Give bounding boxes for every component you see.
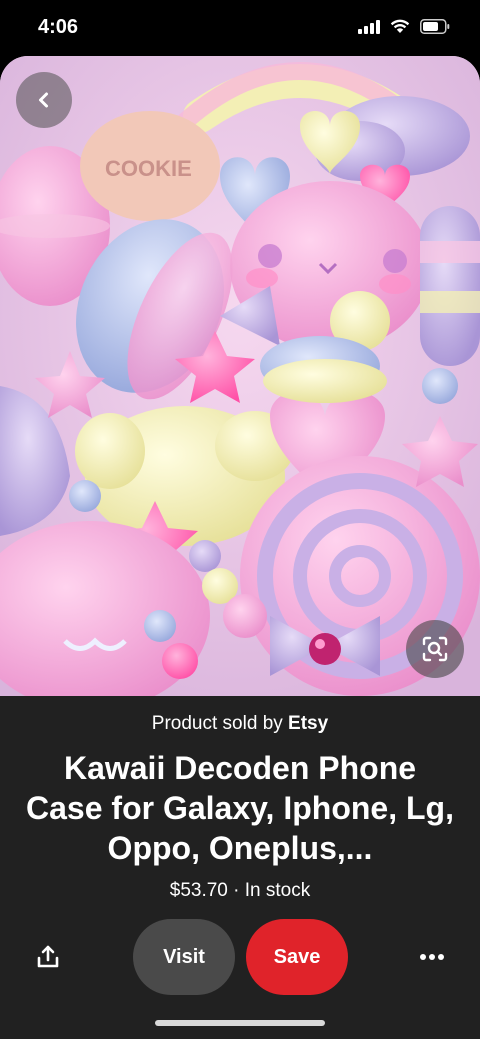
wifi-icon [390, 19, 410, 33]
product-title-line-3: Oppo, Oneplus,... [107, 830, 373, 866]
cookie-text: COOKIE [105, 156, 192, 181]
visit-button[interactable]: Visit [133, 919, 235, 995]
lens-search-icon [422, 636, 448, 662]
status-bar: 4:06 [0, 0, 480, 56]
chevron-left-icon [39, 92, 48, 108]
share-button[interactable] [26, 935, 70, 979]
product-image[interactable]: COOKIE [0, 56, 480, 696]
more-options-button[interactable] [410, 935, 454, 979]
stock-status: In stock [244, 880, 311, 901]
share-icon [37, 945, 59, 968]
pin-card: COOKIE Product sold by Etsy Kawaii Decod… [0, 56, 480, 1039]
more-dots-icon [420, 954, 444, 960]
visual-search-button[interactable] [406, 620, 464, 678]
price-stock-line: $53.70 · In stock [0, 880, 480, 902]
candy-photo: COOKIE [0, 56, 480, 696]
back-button[interactable] [16, 72, 72, 128]
product-title: Kawaii Decoden Phone Case for Galaxy, Ip… [20, 748, 460, 868]
separator-dot: · [233, 880, 240, 901]
sold-by-prefix: Product sold by [151, 713, 283, 734]
price: $53.70 [169, 880, 228, 901]
product-title-line-1: Kawaii Decoden Phone [63, 750, 417, 786]
status-time: 4:06 [38, 16, 79, 38]
sold-by-line: Product sold by Etsy [0, 713, 480, 735]
battery-icon [420, 19, 450, 34]
status-icons [358, 19, 450, 34]
signal-icon [358, 19, 380, 34]
save-button[interactable]: Save [246, 919, 348, 995]
product-info-panel: Product sold by Etsy Kawaii Decoden Phon… [0, 696, 480, 1039]
home-indicator[interactable] [155, 1020, 325, 1026]
seller-name[interactable]: Etsy [288, 713, 328, 734]
product-title-line-2: Case for Galaxy, Iphone, Lg, [26, 790, 454, 826]
action-bar: Visit Save [0, 919, 480, 995]
